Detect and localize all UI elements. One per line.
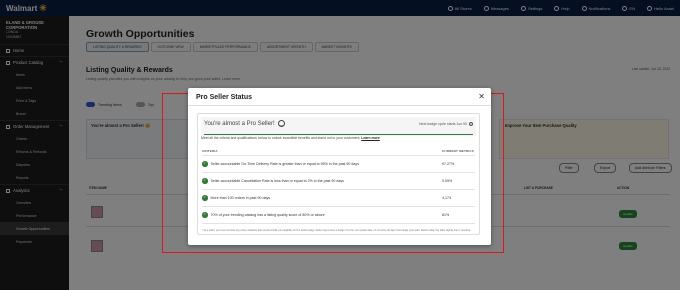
modal-title: Pro Seller Status <box>196 94 253 101</box>
smile-icon: ‿ <box>277 120 285 127</box>
close-icon[interactable]: ✕ <box>478 92 485 101</box>
pro-seller-panel: You're almost a Pro Seller! ‿ Next badge… <box>197 113 480 235</box>
modal-divider <box>188 105 491 106</box>
row-divider <box>202 206 475 207</box>
check-icon: ✓ <box>202 211 208 218</box>
row-divider <box>202 172 475 173</box>
criteria-row: ✓ Seller-accountable Cancellation Rate is… <box>202 178 344 184</box>
panel-heading-text: You're almost a Pro Seller! <box>204 120 275 127</box>
criteria-metric: 0.09% <box>442 179 453 183</box>
criteria-metric: 4,173 <box>442 196 451 200</box>
criteria-metric: 97.27% <box>442 162 455 166</box>
check-icon: ✓ <box>202 160 208 167</box>
row-divider <box>202 223 475 224</box>
row-divider <box>202 189 475 190</box>
criteria-row: ✓ 70% of your trending catalog has a list… <box>202 212 325 218</box>
criteria-text: Seller-accountable Cancellation Rate is … <box>210 178 344 183</box>
criteria-text: Seller-accountable On-Time Delivery Rate… <box>210 161 360 166</box>
learn-more-link[interactable]: Learn more <box>361 136 379 140</box>
info-icon[interactable]: i <box>469 122 473 126</box>
row-divider <box>202 155 475 156</box>
panel-header: You're almost a Pro Seller! ‿ Next badge… <box>201 117 476 136</box>
col-criteria: CRITERIA <box>202 149 218 153</box>
panel-heading: You're almost a Pro Seller! ‿ <box>204 120 285 127</box>
modal-footnote: * As a seller, you must not have any pol… <box>202 229 472 232</box>
intro-text: Meet all the criteria and qualifications… <box>201 136 361 140</box>
criteria-metric: 81% <box>442 213 450 217</box>
next-badge-cycle: Next badge cycle starts Jun 05 i <box>419 122 473 126</box>
pro-seller-modal: Pro Seller Status ✕ You're almost a Pro … <box>188 88 491 245</box>
col-current-metrics: CURRENT METRICS <box>442 149 474 153</box>
check-icon: ✓ <box>202 194 208 201</box>
criteria-row: ✓ Seller-accountable On-Time Delivery Rat… <box>202 161 359 167</box>
panel-intro: Meet all the criteria and qualifications… <box>201 136 380 140</box>
criteria-text: 70% of your trending catalog has a listi… <box>210 212 325 217</box>
criteria-row: ✓ More than 100 orders in past 90 days <box>202 195 270 201</box>
next-badge-text: Next badge cycle starts Jun 05 <box>419 122 467 126</box>
check-icon: ✓ <box>202 177 208 184</box>
criteria-text: More than 100 orders in past 90 days <box>210 195 271 200</box>
